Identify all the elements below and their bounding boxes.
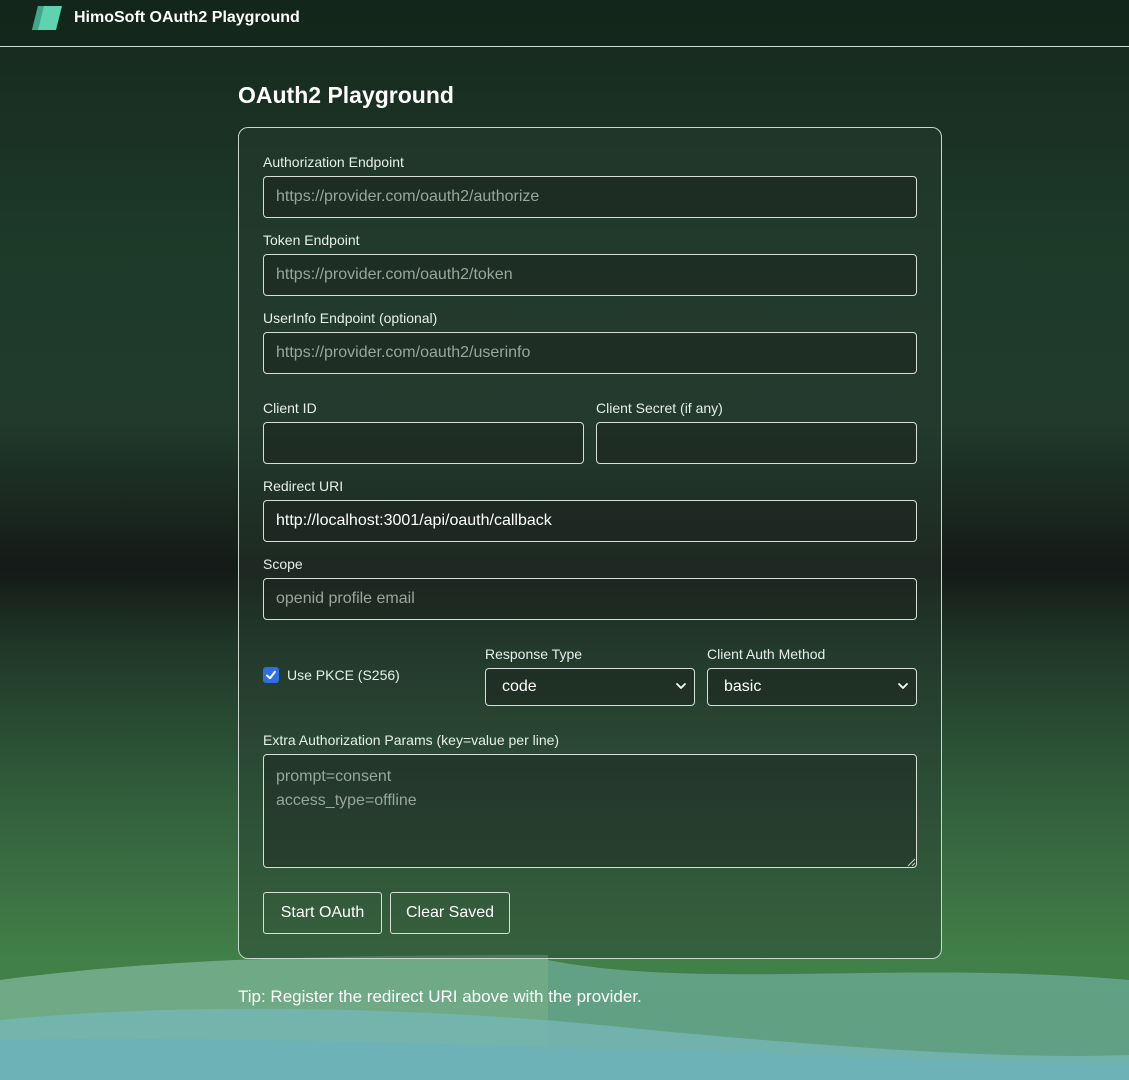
parallelogram-logo-icon xyxy=(32,6,62,30)
resize-grip-icon[interactable] xyxy=(907,858,916,867)
response-type-select[interactable]: code xyxy=(485,668,695,706)
checkmark-icon xyxy=(266,670,276,680)
token-endpoint-label: Token Endpoint xyxy=(263,232,360,248)
userinfo-endpoint-input[interactable] xyxy=(263,332,917,374)
start-oauth-button[interactable]: Start OAuth xyxy=(263,892,382,934)
client-auth-method-select[interactable]: basic xyxy=(707,668,917,706)
client-id-input[interactable] xyxy=(263,422,584,464)
chevron-down-icon xyxy=(676,683,686,689)
extra-params-textarea[interactable] xyxy=(263,754,917,868)
client-secret-input[interactable] xyxy=(596,422,917,464)
response-type-value: code xyxy=(502,678,537,695)
auth-endpoint-input[interactable] xyxy=(263,176,917,218)
scope-label: Scope xyxy=(263,556,303,572)
client-secret-label: Client Secret (if any) xyxy=(596,400,723,416)
pkce-checkbox[interactable] xyxy=(263,667,279,683)
chevron-down-icon xyxy=(898,683,908,689)
redirect-uri-label: Redirect URI xyxy=(263,478,344,494)
userinfo-endpoint-label: UserInfo Endpoint (optional) xyxy=(263,310,438,326)
response-type-label: Response Type xyxy=(485,646,583,662)
brand-title[interactable]: HimoSoft OAuth2 Playground xyxy=(74,9,300,27)
client-auth-method-value: basic xyxy=(724,678,762,695)
extra-params-label: Extra Authorization Params (key=value pe… xyxy=(263,732,560,748)
oauth-form-card: Authorization Endpoint Token Endpoint Us… xyxy=(238,127,942,959)
redirect-uri-input[interactable] xyxy=(263,500,917,542)
tip-text: Tip: Register the redirect URI above wit… xyxy=(238,987,642,1006)
client-auth-method-label: Client Auth Method xyxy=(707,646,826,662)
top-navbar: HimoSoft OAuth2 Playground xyxy=(0,0,1129,47)
page-title: OAuth2 Playground xyxy=(238,82,454,108)
pkce-label[interactable]: Use PKCE (S256) xyxy=(287,667,400,683)
clear-saved-button[interactable]: Clear Saved xyxy=(390,892,510,934)
scope-input[interactable] xyxy=(263,578,917,620)
auth-endpoint-label: Authorization Endpoint xyxy=(263,154,404,170)
client-id-label: Client ID xyxy=(263,400,317,416)
token-endpoint-input[interactable] xyxy=(263,254,917,296)
